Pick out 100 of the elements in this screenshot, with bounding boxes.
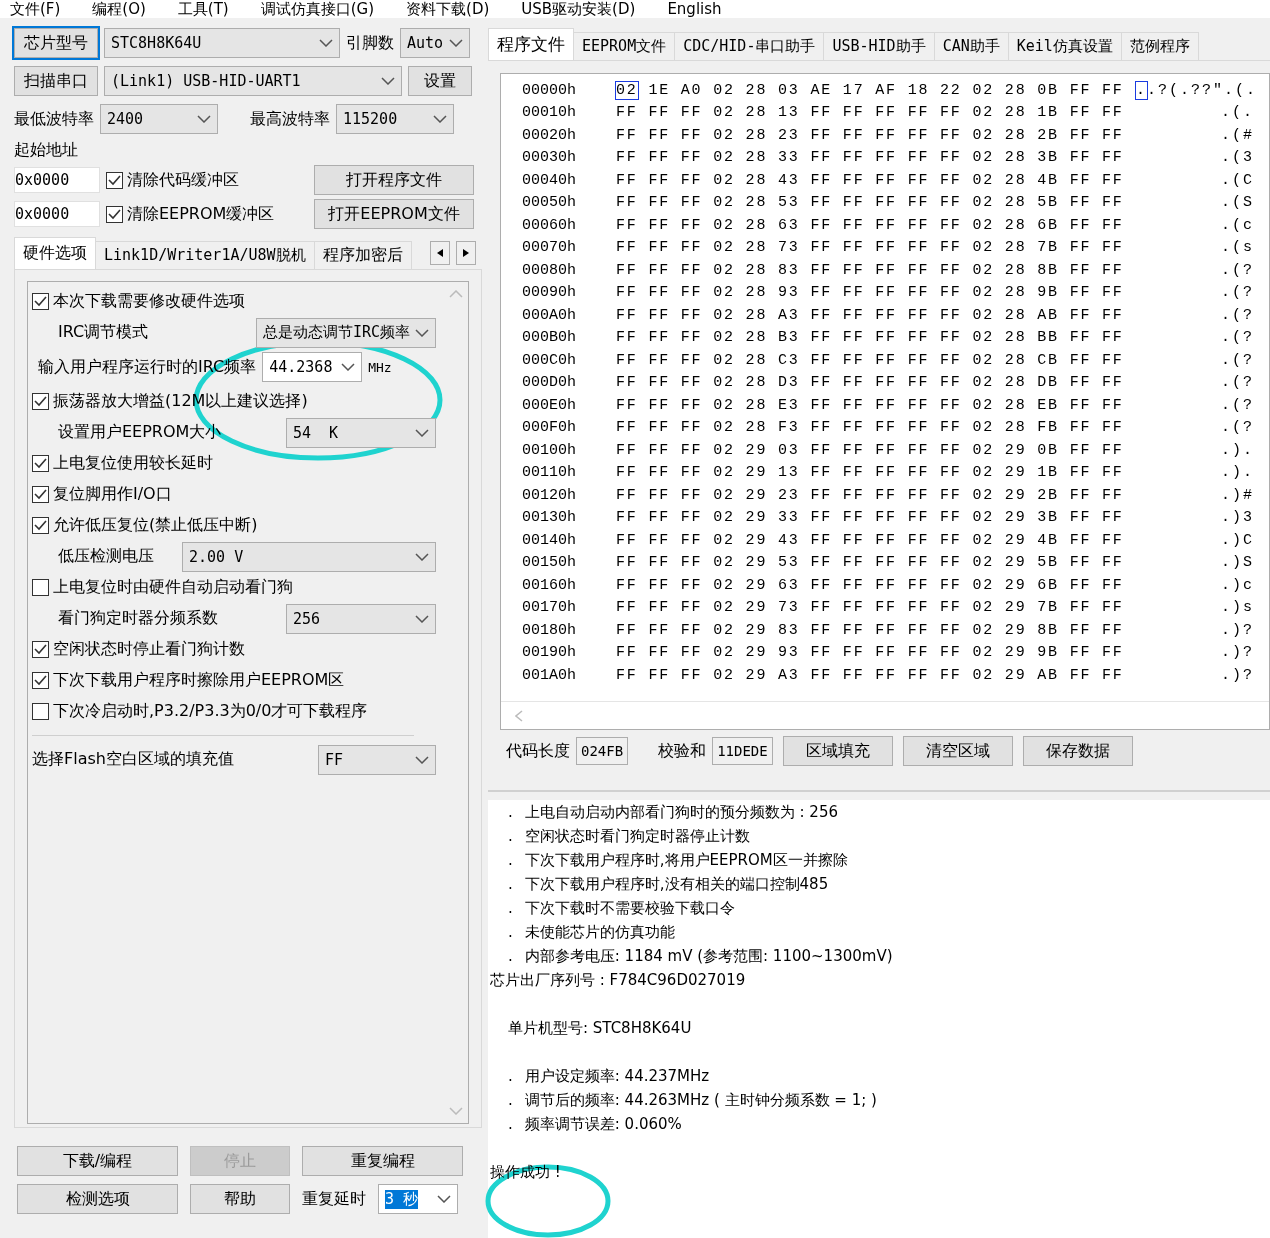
chevron-down-icon	[381, 77, 395, 85]
menu-item[interactable]: 工具(T)	[177, 0, 229, 18]
fill-dropdown[interactable]: FF	[318, 744, 436, 775]
scan-port-button[interactable]: 扫描串口	[14, 66, 98, 96]
delay-dropdown[interactable]: 3 秒	[378, 1184, 458, 1214]
scroll-right-icon[interactable]	[456, 241, 476, 265]
dropdown[interactable]: 256	[286, 603, 436, 634]
cursor-byte[interactable]: FF	[616, 126, 638, 144]
checkbox[interactable]	[32, 486, 49, 503]
hex-address: 00060h	[522, 216, 577, 234]
hex-address: 000D0h	[522, 374, 577, 392]
bullet-mark: .	[508, 899, 513, 917]
cursor-byte[interactable]: FF	[616, 329, 638, 347]
tab[interactable]: 程序文件	[488, 28, 574, 60]
cursor-byte[interactable]: FF	[616, 621, 638, 639]
cursor-byte[interactable]: FF	[616, 599, 638, 617]
chip-dropdown[interactable]: STC8H8K64U	[104, 28, 340, 58]
pins-dropdown[interactable]: Auto	[400, 28, 470, 58]
cursor-byte[interactable]: FF	[616, 576, 638, 594]
log-line: 频率调节误差: 0.060%	[524, 1114, 682, 1134]
checkbox[interactable]	[106, 171, 123, 189]
cursor-byte[interactable]: FF	[616, 531, 638, 549]
checkbox[interactable]	[32, 641, 49, 658]
frequency-combo[interactable]: 44.2368	[262, 352, 363, 382]
cursor-byte[interactable]: FF	[616, 374, 638, 392]
cursor-byte[interactable]: FF	[616, 239, 638, 257]
chevron-down-icon	[415, 614, 429, 623]
hex-address: 000B0h	[522, 329, 577, 347]
hex-action-button[interactable]: 清空区域	[902, 736, 1013, 766]
checkbox[interactable]	[32, 672, 49, 689]
tab[interactable]: 范例程序	[1120, 32, 1199, 60]
checkbox[interactable]	[32, 517, 49, 534]
open-file-button[interactable]: 打开程序文件	[314, 165, 474, 195]
hex-ascii: .)?	[1219, 666, 1254, 684]
hex-address: 00070h	[522, 239, 577, 257]
cursor-byte[interactable]: FF	[616, 306, 638, 324]
cursor-byte[interactable]: FF	[616, 644, 638, 662]
cursor-byte[interactable]: 02	[616, 81, 638, 99]
detect-options-button[interactable]: 检测选项	[17, 1184, 178, 1214]
dropdown[interactable]: 总是动态调节IRC频率	[256, 317, 436, 348]
menu-item[interactable]: 资料下载(D)	[406, 0, 490, 18]
hex-action-button[interactable]: 保存数据	[1022, 736, 1133, 766]
cursor-byte[interactable]: FF	[616, 554, 638, 572]
open-file-button[interactable]: 打开EEPROM文件	[314, 199, 474, 229]
checkbox[interactable]	[32, 703, 49, 720]
baud-dropdown[interactable]: 115200	[336, 104, 454, 134]
cursor-byte[interactable]: FF	[616, 666, 638, 684]
cursor-byte[interactable]: FF	[616, 419, 638, 437]
hex-address: 000C0h	[522, 351, 577, 369]
cursor-byte[interactable]: FF	[616, 149, 638, 167]
cursor-byte[interactable]: FF	[616, 464, 638, 482]
chip-model-button[interactable]: 芯片型号	[14, 28, 98, 58]
bullet-mark: .	[508, 923, 513, 941]
port-dropdown[interactable]: (Link1) USB-HID-UART1	[104, 66, 402, 96]
menu-item[interactable]: 文件(F)	[10, 0, 61, 18]
chevron-down-icon	[433, 115, 447, 123]
checkbox[interactable]	[32, 579, 49, 596]
hex-ascii: .)?	[1219, 644, 1254, 662]
menu-item[interactable]: 编程(O)	[92, 0, 146, 18]
hex-bytes: FF FF FF 02 29 73 FF FF FF FF FF 02 29 7B FF FF	[616, 599, 1125, 617]
log-line: 下次下载用户程序时,没有相关的端口控制485	[524, 874, 829, 894]
log-line: 上电自动启动内部看门狗时的预分频数为 : 256	[524, 802, 838, 822]
address-field[interactable]: 0x0000	[14, 167, 100, 193]
cursor-byte[interactable]: FF	[616, 284, 638, 302]
menu-item[interactable]: 调试仿真接口(G)	[260, 0, 375, 18]
scroll-left-icon[interactable]	[430, 241, 450, 265]
cursor-byte[interactable]: FF	[616, 441, 638, 459]
tab[interactable]: 硬件选项	[14, 237, 96, 269]
cursor-byte[interactable]: FF	[616, 396, 638, 414]
cursor-byte[interactable]: FF	[616, 194, 638, 212]
checkbox[interactable]	[32, 455, 49, 472]
address-field[interactable]: 0x0000	[14, 201, 100, 227]
dropdown[interactable]: 54 K	[286, 417, 436, 448]
cursor-byte[interactable]: FF	[616, 351, 638, 369]
chevron-down-icon	[415, 755, 429, 764]
settings-button[interactable]: 设置	[408, 66, 472, 96]
checksum-value: 11DEDE	[712, 737, 773, 765]
checkbox[interactable]	[32, 393, 49, 410]
cursor-byte[interactable]: FF	[616, 216, 638, 234]
hex-address: 00190h	[522, 644, 577, 662]
checkbox[interactable]	[32, 293, 49, 310]
cursor-byte[interactable]: FF	[616, 261, 638, 279]
hex-ascii: .(s	[1219, 239, 1254, 257]
menu-item[interactable]: English	[667, 0, 722, 18]
hex-action-button[interactable]: 区域填充	[782, 736, 893, 766]
cursor-byte[interactable]: FF	[616, 171, 638, 189]
action-button[interactable]: 重复编程	[302, 1146, 463, 1176]
cursor-byte[interactable]: FF	[616, 486, 638, 504]
cursor-byte[interactable]: FF	[616, 509, 638, 527]
baud-dropdown[interactable]: 2400	[100, 104, 218, 134]
menu-item[interactable]: USB驱动安装(D)	[521, 0, 636, 18]
checkbox[interactable]	[106, 205, 123, 223]
cursor-byte[interactable]: FF	[616, 104, 638, 122]
hex-ascii: .(?	[1219, 329, 1254, 347]
chevron-down-icon	[341, 363, 356, 371]
tab[interactable]: 程序加密后	[313, 241, 412, 269]
option-label: 下次下载用户程序时擦除用户EEPROM区	[53, 670, 345, 691]
dropdown[interactable]: 2.00 V	[182, 541, 436, 572]
help-button[interactable]: 帮助	[190, 1184, 290, 1214]
action-button[interactable]: 下载/编程	[17, 1146, 178, 1176]
